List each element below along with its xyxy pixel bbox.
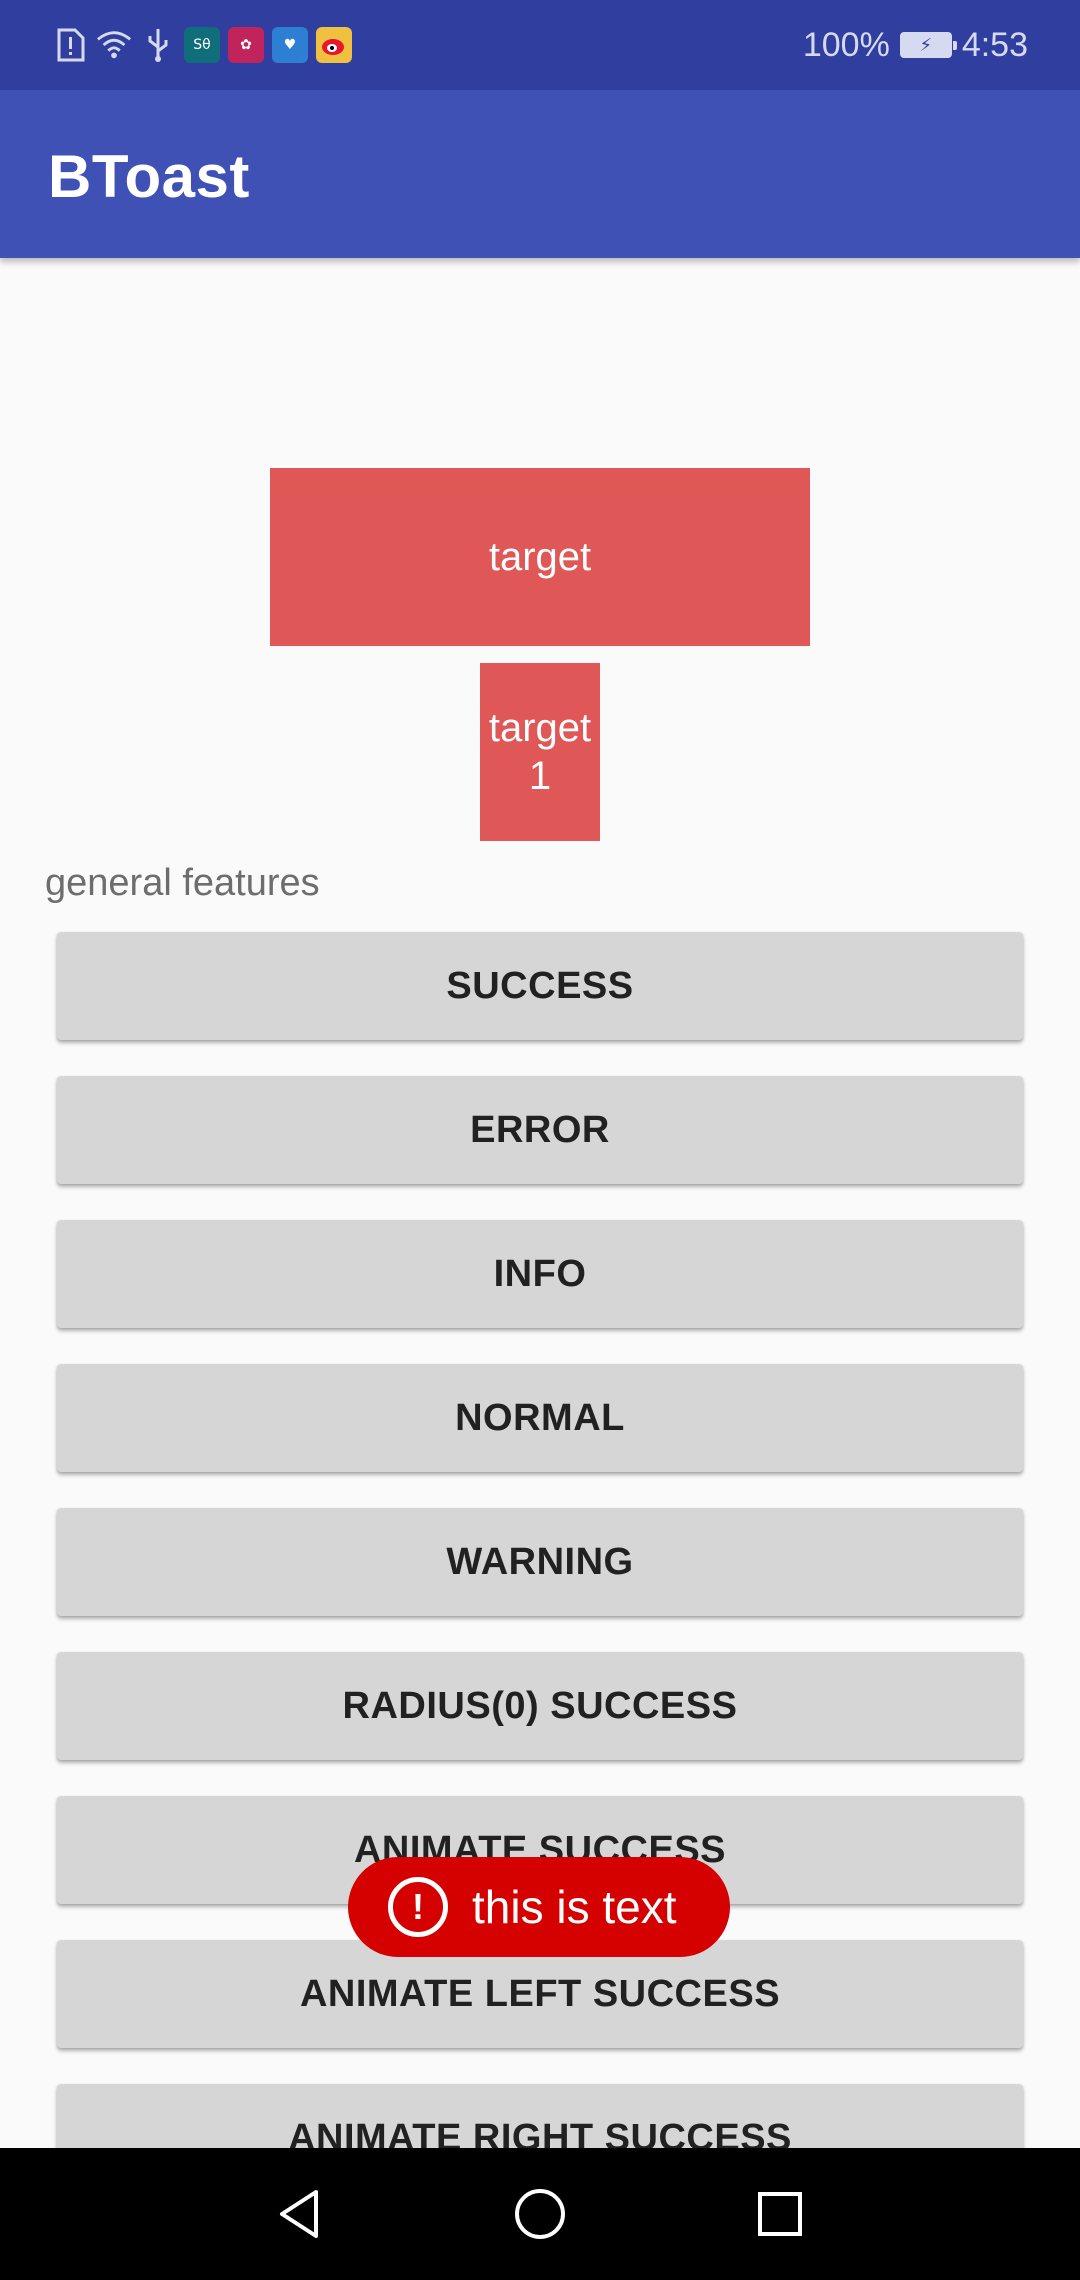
app-icon-1: Sθ <box>184 27 220 63</box>
target-view: target <box>270 468 810 646</box>
exclamation-icon: ! <box>388 1877 448 1937</box>
app-icon-3: ♥ <box>272 27 308 63</box>
notification-icons: Sθ ✿ ♥ <box>52 24 352 66</box>
usb-icon <box>140 27 176 63</box>
navigation-bar <box>0 2148 1080 2280</box>
recents-icon[interactable] <box>744 2178 816 2250</box>
toast: ! this is text <box>348 1857 730 1957</box>
huawei-icon: ✿ <box>228 27 264 63</box>
clock: 4:53 <box>961 25 1028 64</box>
warning-button[interactable]: WARNING <box>57 1508 1023 1616</box>
normal-button[interactable]: NORMAL <box>57 1364 1023 1472</box>
weibo-icon <box>316 27 352 63</box>
back-icon[interactable] <box>264 2178 336 2250</box>
battery-icon: ⚡ <box>899 32 957 58</box>
info-button[interactable]: INFO <box>57 1220 1023 1328</box>
page-title: BToast <box>48 143 250 210</box>
alert-icon <box>52 27 88 63</box>
target-view-1: target 1 <box>480 663 600 841</box>
app-bar: BToast <box>0 90 1080 258</box>
error-button[interactable]: ERROR <box>57 1076 1023 1184</box>
home-icon[interactable] <box>504 2178 576 2250</box>
radius-success-button[interactable]: RADIUS(0) SUCCESS <box>57 1652 1023 1760</box>
status-bar: Sθ ✿ ♥ 100% ⚡ 4:53 <box>0 0 1080 90</box>
status-indicators: 100% ⚡ 4:53 <box>803 24 1028 66</box>
screen: Sθ ✿ ♥ 100% ⚡ 4:53 BToast target target … <box>0 0 1080 2280</box>
wifi-icon <box>96 27 132 63</box>
section-label: general features <box>45 862 320 904</box>
battery-percent: 100% <box>802 25 890 64</box>
success-button[interactable]: SUCCESS <box>57 932 1023 1040</box>
toast-text: this is text <box>472 1881 677 1933</box>
